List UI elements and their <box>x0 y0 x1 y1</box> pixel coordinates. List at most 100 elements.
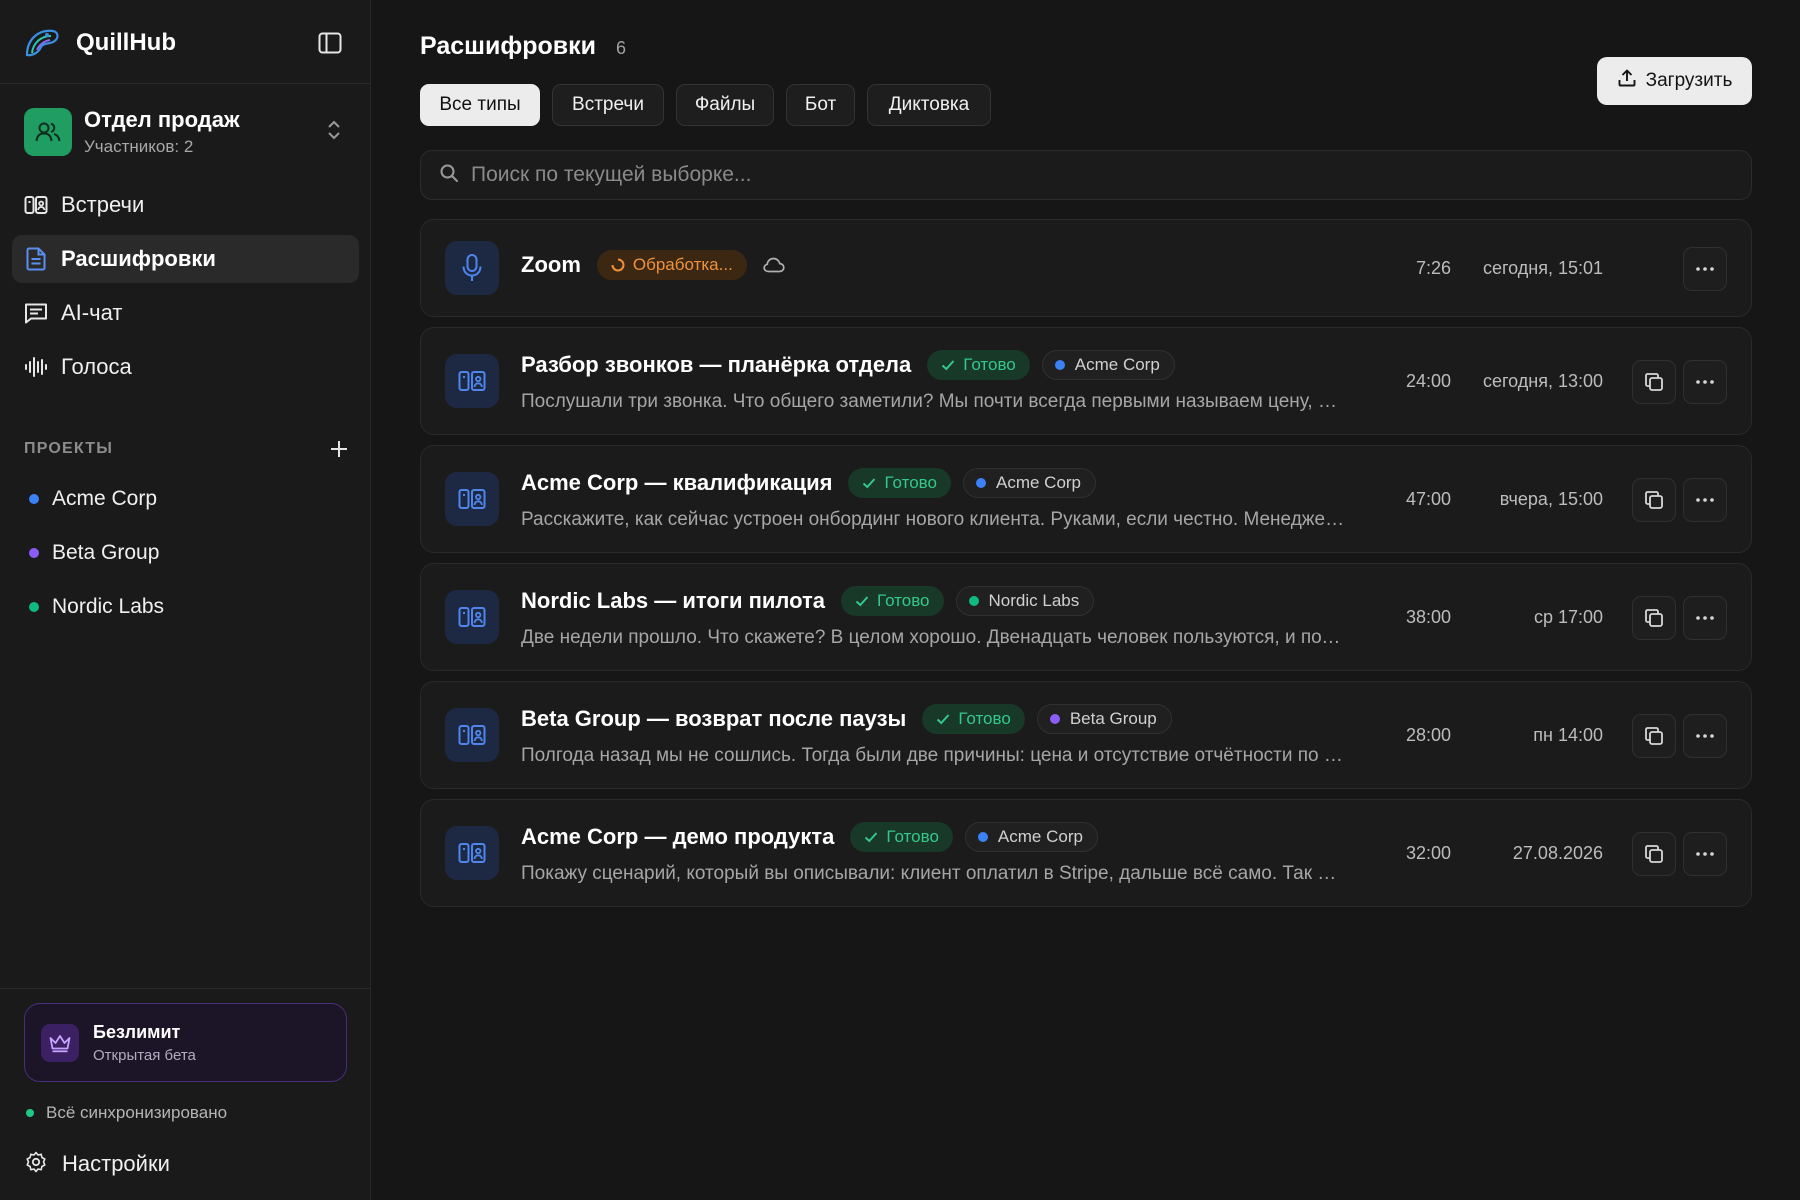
meeting-icon <box>445 354 499 408</box>
project-chip-label: Acme Corp <box>1074 355 1160 374</box>
nav-item-transcripts[interactable]: Расшифровки <box>12 235 359 283</box>
nav-item-ai-chat[interactable]: AI-чат <box>12 289 359 337</box>
status-label: Готово <box>963 355 1016 374</box>
project-chip[interactable]: Acme Corp <box>962 468 1097 498</box>
plan-subtitle: Открытая бета <box>93 1046 196 1064</box>
transcript-row[interactable]: Nordic Labs — итоги пилота Готово Nordic… <box>420 563 1752 671</box>
status-label: Готово <box>886 827 939 846</box>
check-icon <box>862 477 876 489</box>
tab-meetings[interactable]: Встречи <box>552 84 664 126</box>
status-badge: Готово <box>922 704 1025 734</box>
copy-button[interactable] <box>1632 596 1676 640</box>
search-input[interactable] <box>471 163 1731 187</box>
microphone-icon <box>445 241 499 295</box>
ellipsis-icon <box>1696 734 1714 738</box>
copy-icon <box>1645 373 1663 391</box>
nav-label: Встречи <box>61 192 145 217</box>
tab-bot[interactable]: Бот <box>786 84 855 126</box>
transcript-duration: 24:00 <box>1405 371 1451 391</box>
project-label: Acme Corp <box>52 487 158 510</box>
brand: QuillHub <box>22 22 352 64</box>
sidebar-toggle-icon[interactable] <box>316 29 344 57</box>
more-options-button[interactable] <box>1683 832 1727 876</box>
tab-files[interactable]: Файлы <box>676 84 774 126</box>
copy-button[interactable] <box>1632 714 1676 758</box>
add-project-button[interactable] <box>326 436 352 462</box>
meeting-icon <box>445 472 499 526</box>
transcript-duration: 38:00 <box>1405 607 1451 627</box>
project-label: Beta Group <box>52 541 160 564</box>
transcript-date: 27.08.2026 <box>1512 843 1603 863</box>
project-chip[interactable]: Acme Corp <box>1041 350 1175 380</box>
meeting-icon <box>445 708 499 762</box>
project-item-nordic-labs[interactable]: Nordic Labs <box>24 586 352 628</box>
transcript-row[interactable]: Разбор звонков — планёрка отдела Готово … <box>420 327 1752 435</box>
copy-button[interactable] <box>1632 832 1676 876</box>
project-chip[interactable]: Nordic Labs <box>955 586 1095 616</box>
workspace-switcher[interactable]: Отдел продаж Участников: 2 <box>24 103 352 161</box>
nav-label: Голоса <box>61 354 132 379</box>
copy-icon <box>1645 609 1663 627</box>
transcript-row[interactable]: Acme Corp — демо продукта Готово Acme Co… <box>420 799 1752 907</box>
upload-icon <box>1617 68 1637 94</box>
status-badge: Готово <box>927 350 1030 380</box>
project-color-dot <box>977 832 988 842</box>
quillhub-logo-icon[interactable] <box>22 23 62 63</box>
tab-all-types[interactable]: Все типы <box>420 84 540 126</box>
project-item-beta-group[interactable]: Beta Group <box>24 532 352 574</box>
project-color-dot <box>975 478 986 488</box>
plan-title: Безлимит <box>93 1021 181 1042</box>
more-options-button[interactable] <box>1683 596 1727 640</box>
more-options-button[interactable] <box>1683 714 1727 758</box>
transcript-row[interactable]: Zoom Обработка... 7:26 сегодня, 15:01 <box>420 219 1752 317</box>
tab-dictation[interactable]: Диктовка <box>867 84 991 126</box>
transcript-row[interactable]: Beta Group — возврат после паузы Готово … <box>420 681 1752 789</box>
plan-card[interactable]: Безлимит Открытая бета <box>24 1003 347 1082</box>
copy-button[interactable] <box>1632 478 1676 522</box>
main-nav: Встречи Расшифровки AI-чат Голоса <box>12 181 359 397</box>
search-icon <box>439 163 459 188</box>
more-options-button[interactable] <box>1683 247 1727 291</box>
check-icon <box>941 359 955 371</box>
transcript-row[interactable]: Acme Corp — квалификация Готово Acme Cor… <box>420 445 1752 553</box>
project-color-dot <box>29 602 39 612</box>
transcript-snippet: Две недели прошло. Что скажете? В целом … <box>521 627 1346 648</box>
status-badge: Готово <box>848 468 951 498</box>
plus-icon <box>331 441 347 457</box>
ellipsis-icon <box>1696 267 1714 271</box>
copy-icon <box>1645 727 1663 745</box>
project-chip[interactable]: Beta Group <box>1036 704 1172 734</box>
status-label: Готово <box>877 591 930 610</box>
project-color-dot <box>1049 714 1060 724</box>
copy-button[interactable] <box>1632 360 1676 404</box>
nav-item-voices[interactable]: Голоса <box>12 343 359 391</box>
page-title-text: Расшифровки <box>420 32 597 60</box>
transcript-title: Acme Corp — квалификация <box>521 470 833 495</box>
check-icon <box>864 831 878 843</box>
project-chip[interactable]: Acme Corp <box>964 822 1098 852</box>
main-content: Расшифровки 6 Загрузить Все типы Встречи… <box>372 0 1800 1200</box>
more-options-button[interactable] <box>1683 360 1727 404</box>
status-label: Готово <box>958 709 1011 728</box>
spinner-icon <box>611 258 625 272</box>
transcript-duration: 28:00 <box>1405 725 1451 745</box>
check-icon <box>936 713 950 725</box>
project-chip-label: Acme Corp <box>995 473 1082 492</box>
copy-icon <box>1645 845 1663 863</box>
upload-label: Загрузить <box>1645 70 1733 91</box>
chat-icon <box>24 301 48 325</box>
nav-label: Расшифровки <box>61 246 216 271</box>
ellipsis-icon <box>1696 498 1714 502</box>
nav-item-meetings[interactable]: Встречи <box>12 181 359 229</box>
upload-button[interactable]: Загрузить <box>1597 57 1752 105</box>
meeting-icon <box>445 826 499 880</box>
project-color-dot <box>968 596 979 606</box>
transcript-duration: 32:00 <box>1405 843 1451 863</box>
settings-button[interactable]: Настройки <box>24 1146 170 1182</box>
transcript-snippet: Расскажите, как сейчас устроен онбординг… <box>521 509 1346 530</box>
transcript-snippet: Покажу сценарий, который вы описывали: к… <box>521 863 1346 884</box>
more-options-button[interactable] <box>1683 478 1727 522</box>
project-item-acme-corp[interactable]: Acme Corp <box>24 478 352 520</box>
projects-header: ПРОЕКТЫ <box>24 436 352 462</box>
status-label: Готово <box>884 473 937 492</box>
